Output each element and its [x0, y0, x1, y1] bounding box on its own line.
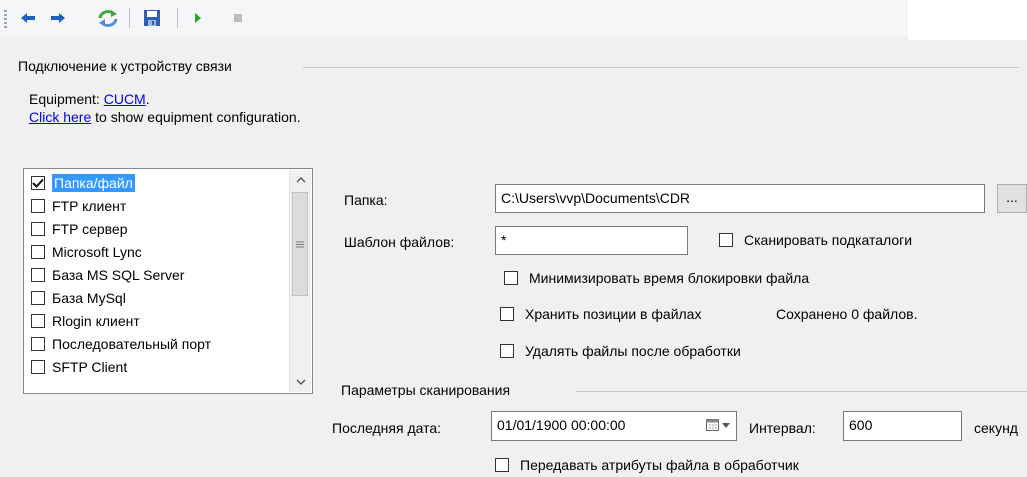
refresh-icon [98, 10, 118, 27]
last-date-value: 01/01/1900 00:00:00 [497, 417, 626, 433]
list-item-checkbox[interactable] [31, 244, 45, 259]
list-item[interactable]: База MS SQL Server [25, 263, 287, 286]
play-icon [195, 13, 201, 23]
folder-label: Папка: [344, 192, 388, 208]
calendar-icon [706, 419, 719, 431]
chevron-down-icon [296, 379, 305, 385]
equipment-suffix: . [145, 91, 150, 107]
checkbox-box[interactable] [500, 307, 514, 321]
list-item-label: Microsoft Lync [52, 243, 142, 260]
list-scrollbar[interactable] [289, 170, 311, 392]
refresh-button[interactable] [96, 6, 120, 30]
list-item-checkbox[interactable] [31, 359, 45, 374]
delete-after-label: Удалять файлы после обработки [525, 343, 741, 359]
store-positions-label: Хранить позиции в файлах [525, 306, 702, 322]
list-item-label: База MS SQL Server [52, 266, 185, 283]
saved-count-text: Сохранено 0 файлов. [776, 306, 918, 322]
list-item-checkbox[interactable] [31, 336, 45, 351]
list-item-checkbox[interactable] [31, 221, 45, 236]
save-icon [144, 10, 160, 26]
pass-attributes-label: Передавать атрибуты файла в обработчик [520, 457, 799, 473]
connection-group-title: Подключение к устройству связи [18, 58, 232, 74]
arrow-right-icon [51, 13, 65, 23]
equipment-label: Equipment: [29, 91, 104, 107]
browse-button[interactable]: ... [997, 184, 1027, 213]
pass-attributes-checkbox[interactable]: Передавать атрибуты файла в обработчик [495, 457, 799, 473]
source-type-list-items: Папка/файл FTP клиент FTP сервер Microsoft … [25, 171, 287, 378]
list-item-label: База MySql [52, 289, 126, 306]
delete-after-checkbox[interactable]: Удалять файлы после обработки [500, 343, 741, 359]
list-item-checkbox[interactable] [31, 267, 45, 282]
list-item-label: Последовательный порт [52, 335, 212, 352]
toolbar [0, 0, 908, 36]
list-item[interactable]: SFTP Client [25, 355, 287, 378]
group-divider [576, 391, 1027, 392]
list-item[interactable]: База MySql [25, 286, 287, 309]
stop-button[interactable] [226, 6, 250, 30]
list-item[interactable]: Microsoft Lync [25, 240, 287, 263]
scroll-up-button[interactable] [290, 170, 311, 190]
date-dropdown-button[interactable] [706, 419, 730, 431]
scroll-thumb[interactable] [292, 192, 308, 296]
interval-unit-label: секунд [974, 420, 1018, 436]
list-item-checkbox[interactable] [31, 290, 45, 305]
list-item[interactable]: FTP сервер [25, 217, 287, 240]
chevron-up-icon [296, 177, 305, 183]
interval-input[interactable]: 600 [843, 411, 962, 441]
arrow-left-icon [21, 13, 35, 23]
show-config-link[interactable]: Click here [29, 109, 91, 125]
checkbox-box[interactable] [719, 233, 733, 247]
scan-params-title: Параметры сканирования [341, 382, 511, 398]
checkbox-box[interactable] [495, 458, 509, 472]
chevron-down-icon [722, 422, 730, 428]
list-item-label: Rlogin клиент [52, 312, 140, 329]
list-item[interactable]: Rlogin клиент [25, 309, 287, 332]
checkmark-icon [32, 178, 44, 188]
interval-label: Интервал: [749, 420, 816, 436]
minimize-lock-checkbox[interactable]: Минимизировать время блокировки файла [504, 270, 809, 286]
equipment-link[interactable]: CUCM [104, 91, 146, 107]
minimize-lock-label: Минимизировать время блокировки файла [529, 270, 810, 286]
list-item-checkbox[interactable] [31, 175, 45, 190]
list-item-checkbox[interactable] [31, 313, 45, 328]
stop-icon [234, 14, 242, 22]
toolbar-separator [129, 8, 130, 28]
toolbar-blank-area [908, 0, 1027, 40]
file-template-input[interactable]: * [495, 226, 688, 255]
list-item-label: SFTP Client [52, 358, 128, 375]
forward-button[interactable] [46, 6, 70, 30]
toolbar-grip-icon[interactable] [4, 10, 7, 28]
list-item-label: FTP сервер [52, 220, 128, 237]
save-button[interactable] [140, 6, 164, 30]
checkbox-box[interactable] [500, 344, 514, 358]
list-item-label: FTP клиент [52, 197, 127, 214]
config-text: to show equipment configuration. [91, 109, 301, 125]
source-type-list[interactable]: Папка/файл FTP клиент FTP сервер Microsoft … [23, 168, 313, 394]
start-button[interactable] [186, 6, 210, 30]
list-item[interactable]: Последовательный порт [25, 332, 287, 355]
back-button[interactable] [16, 6, 40, 30]
grip-lines-icon [296, 241, 304, 247]
list-item-checkbox[interactable] [31, 198, 45, 213]
group-divider [303, 67, 1019, 68]
config-line: Click here to show equipment configurati… [29, 109, 301, 125]
checkbox-box[interactable] [504, 271, 518, 285]
folder-path-input[interactable]: C:\Users\vvp\Documents\CDR [495, 184, 985, 213]
equipment-line: Equipment: CUCM. [29, 91, 150, 107]
list-item[interactable]: FTP клиент [25, 194, 287, 217]
toolbar-separator [177, 8, 178, 28]
scroll-down-button[interactable] [290, 372, 311, 392]
last-date-picker[interactable]: 01/01/1900 00:00:00 [491, 411, 737, 441]
template-label: Шаблон файлов: [344, 234, 455, 250]
list-item[interactable]: Папка/файл [25, 171, 287, 194]
store-positions-checkbox[interactable]: Хранить позиции в файлах [500, 306, 701, 322]
list-item-label: Папка/файл [52, 173, 135, 192]
scan-subdirs-checkbox[interactable]: Сканировать подкаталоги [719, 232, 912, 248]
last-date-label: Последняя дата: [332, 420, 442, 436]
scan-subdirs-label: Сканировать подкаталоги [744, 232, 913, 248]
